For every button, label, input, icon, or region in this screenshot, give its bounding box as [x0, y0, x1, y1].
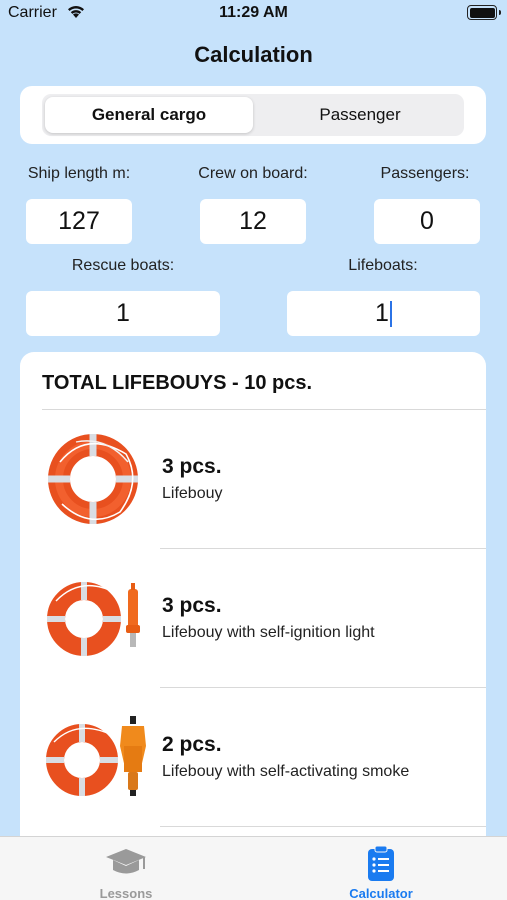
passengers-label: Passengers:	[380, 165, 470, 182]
passengers-value: 0	[420, 207, 434, 235]
crew-label: Crew on board:	[198, 165, 308, 182]
tab-label: Lessons	[99, 886, 153, 900]
ship-length-value: 127	[58, 207, 100, 235]
passengers-field[interactable]: 0	[374, 199, 480, 244]
list-item[interactable]: 3 pcs. Lifebouy with self-ignition light	[20, 549, 486, 687]
crew-field[interactable]: 12	[200, 199, 306, 244]
graduation-cap-icon	[26, 845, 226, 881]
status-time: 11:29 AM	[219, 4, 288, 21]
tab-calculator[interactable]: Calculator	[281, 837, 481, 900]
ship-length-label: Ship length m:	[27, 165, 131, 182]
crew-value: 12	[239, 207, 267, 235]
results-title: TOTAL LIFEBOUYS - 10 pcs.	[42, 372, 313, 394]
item-description: Lifebouy with self-ignition light	[162, 624, 375, 641]
tab-label: Calculator	[349, 886, 413, 900]
item-description: Lifebouy	[162, 485, 223, 502]
rescue-boats-label: Rescue boats:	[71, 257, 175, 274]
rescue-boats-field[interactable]: 1	[26, 291, 220, 336]
battery-icon	[467, 5, 501, 20]
list-item[interactable]: 2 pcs. Lifebouy with self-activating smo…	[20, 688, 486, 826]
tab-lessons[interactable]: Lessons	[26, 837, 226, 900]
page-title: Calculation	[194, 42, 313, 67]
list-item[interactable]: 3 pcs. Lifebouy	[20, 410, 486, 548]
segment-general-cargo[interactable]: General cargo	[45, 97, 253, 133]
lifeboats-value: 1	[375, 299, 389, 327]
lifeboats-label: Lifeboats:	[348, 257, 418, 274]
item-quantity: 3 pcs.	[162, 594, 222, 617]
lifebuoy-light-icon	[46, 579, 146, 664]
item-quantity: 2 pcs.	[162, 733, 222, 756]
ship-length-field[interactable]: 127	[26, 199, 132, 244]
ship-type-segmented-control: General cargo Passenger	[42, 94, 464, 136]
rescue-boats-value: 1	[116, 299, 130, 327]
segment-card: General cargo Passenger	[20, 86, 486, 144]
lifebuoy-smoke-icon	[46, 716, 150, 805]
segment-passenger[interactable]: Passenger	[256, 94, 464, 136]
lifebuoy-icon	[46, 432, 140, 531]
item-description: Lifebouy with self-activating smoke	[162, 763, 410, 780]
clipboard-list-icon	[281, 845, 481, 881]
text-cursor	[389, 300, 392, 327]
item-quantity: 3 pcs.	[162, 455, 222, 478]
divider	[160, 826, 486, 827]
lifeboats-field[interactable]: 1	[287, 291, 480, 336]
results-card: TOTAL LIFEBOUYS - 10 pcs. 3 pcs. Lifebou…	[20, 352, 486, 900]
tab-bar: Lessons Calculator	[0, 836, 507, 900]
status-bar: Carrier 11:29 AM	[0, 0, 507, 28]
